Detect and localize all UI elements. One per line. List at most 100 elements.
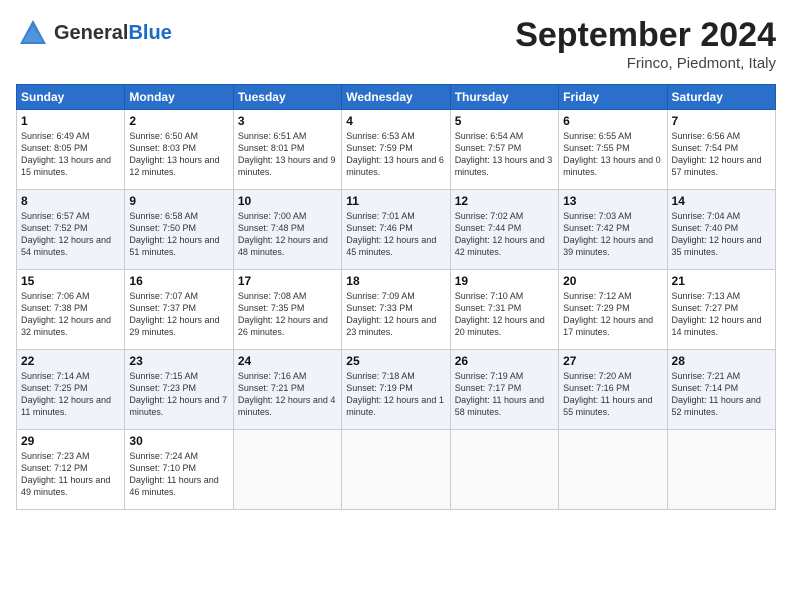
day-number: 13 [563, 194, 662, 208]
table-row: 16 Sunrise: 7:07 AM Sunset: 7:37 PM Dayl… [125, 270, 233, 350]
weekday-wednesday: Wednesday [342, 85, 450, 110]
title-block: September 2024 Frinco, Piedmont, Italy [515, 16, 776, 72]
cell-info: Sunrise: 6:51 AM Sunset: 8:01 PM Dayligh… [238, 130, 337, 179]
cell-info: Sunrise: 6:56 AM Sunset: 7:54 PM Dayligh… [672, 130, 771, 179]
day-number: 12 [455, 194, 554, 208]
logo-general-text: General [54, 22, 128, 44]
table-row: 4 Sunrise: 6:53 AM Sunset: 7:59 PM Dayli… [342, 110, 450, 190]
month-title: September 2024 [515, 16, 776, 55]
day-number: 27 [563, 354, 662, 368]
cell-info: Sunrise: 6:55 AM Sunset: 7:55 PM Dayligh… [563, 130, 662, 179]
table-row [342, 430, 450, 510]
day-number: 20 [563, 274, 662, 288]
weekday-saturday: Saturday [667, 85, 775, 110]
day-number: 23 [129, 354, 228, 368]
cell-info: Sunrise: 6:49 AM Sunset: 8:05 PM Dayligh… [21, 130, 120, 179]
table-row [559, 430, 667, 510]
table-row: 27 Sunrise: 7:20 AM Sunset: 7:16 PM Dayl… [559, 350, 667, 430]
day-number: 17 [238, 274, 337, 288]
cell-info: Sunrise: 7:07 AM Sunset: 7:37 PM Dayligh… [129, 290, 228, 339]
table-row [233, 430, 341, 510]
table-row: 30 Sunrise: 7:24 AM Sunset: 7:10 PM Dayl… [125, 430, 233, 510]
calendar-week-row: 1 Sunrise: 6:49 AM Sunset: 8:05 PM Dayli… [17, 110, 776, 190]
cell-info: Sunrise: 7:18 AM Sunset: 7:19 PM Dayligh… [346, 370, 445, 419]
day-number: 10 [238, 194, 337, 208]
day-number: 29 [21, 434, 120, 448]
day-number: 24 [238, 354, 337, 368]
table-row: 12 Sunrise: 7:02 AM Sunset: 7:44 PM Dayl… [450, 190, 558, 270]
table-row: 28 Sunrise: 7:21 AM Sunset: 7:14 PM Dayl… [667, 350, 775, 430]
day-number: 4 [346, 114, 445, 128]
table-row: 18 Sunrise: 7:09 AM Sunset: 7:33 PM Dayl… [342, 270, 450, 350]
day-number: 9 [129, 194, 228, 208]
table-row: 13 Sunrise: 7:03 AM Sunset: 7:42 PM Dayl… [559, 190, 667, 270]
page-header: GeneralBlue September 2024 Frinco, Piedm… [16, 16, 776, 72]
day-number: 26 [455, 354, 554, 368]
cell-info: Sunrise: 7:00 AM Sunset: 7:48 PM Dayligh… [238, 210, 337, 259]
cell-info: Sunrise: 7:04 AM Sunset: 7:40 PM Dayligh… [672, 210, 771, 259]
day-number: 25 [346, 354, 445, 368]
cell-info: Sunrise: 6:50 AM Sunset: 8:03 PM Dayligh… [129, 130, 228, 179]
table-row [450, 430, 558, 510]
cell-info: Sunrise: 7:23 AM Sunset: 7:12 PM Dayligh… [21, 450, 120, 499]
day-number: 2 [129, 114, 228, 128]
cell-info: Sunrise: 7:13 AM Sunset: 7:27 PM Dayligh… [672, 290, 771, 339]
cell-info: Sunrise: 7:24 AM Sunset: 7:10 PM Dayligh… [129, 450, 228, 499]
cell-info: Sunrise: 6:54 AM Sunset: 7:57 PM Dayligh… [455, 130, 554, 179]
table-row: 22 Sunrise: 7:14 AM Sunset: 7:25 PM Dayl… [17, 350, 125, 430]
table-row: 15 Sunrise: 7:06 AM Sunset: 7:38 PM Dayl… [17, 270, 125, 350]
cell-info: Sunrise: 7:16 AM Sunset: 7:21 PM Dayligh… [238, 370, 337, 419]
cell-info: Sunrise: 7:15 AM Sunset: 7:23 PM Dayligh… [129, 370, 228, 419]
weekday-tuesday: Tuesday [233, 85, 341, 110]
table-row: 25 Sunrise: 7:18 AM Sunset: 7:19 PM Dayl… [342, 350, 450, 430]
table-row: 20 Sunrise: 7:12 AM Sunset: 7:29 PM Dayl… [559, 270, 667, 350]
table-row: 21 Sunrise: 7:13 AM Sunset: 7:27 PM Dayl… [667, 270, 775, 350]
day-number: 19 [455, 274, 554, 288]
calendar-week-row: 29 Sunrise: 7:23 AM Sunset: 7:12 PM Dayl… [17, 430, 776, 510]
calendar-week-row: 8 Sunrise: 6:57 AM Sunset: 7:52 PM Dayli… [17, 190, 776, 270]
location-title: Frinco, Piedmont, Italy [515, 55, 776, 72]
table-row: 1 Sunrise: 6:49 AM Sunset: 8:05 PM Dayli… [17, 110, 125, 190]
table-row: 6 Sunrise: 6:55 AM Sunset: 7:55 PM Dayli… [559, 110, 667, 190]
table-row: 7 Sunrise: 6:56 AM Sunset: 7:54 PM Dayli… [667, 110, 775, 190]
day-number: 6 [563, 114, 662, 128]
day-number: 22 [21, 354, 120, 368]
calendar-header-row: Sunday Monday Tuesday Wednesday Thursday… [17, 85, 776, 110]
logo-icon [16, 16, 50, 50]
logo: GeneralBlue [16, 16, 172, 50]
day-number: 28 [672, 354, 771, 368]
cell-info: Sunrise: 6:53 AM Sunset: 7:59 PM Dayligh… [346, 130, 445, 179]
table-row: 3 Sunrise: 6:51 AM Sunset: 8:01 PM Dayli… [233, 110, 341, 190]
cell-info: Sunrise: 7:12 AM Sunset: 7:29 PM Dayligh… [563, 290, 662, 339]
table-row: 17 Sunrise: 7:08 AM Sunset: 7:35 PM Dayl… [233, 270, 341, 350]
cell-info: Sunrise: 7:02 AM Sunset: 7:44 PM Dayligh… [455, 210, 554, 259]
day-number: 1 [21, 114, 120, 128]
table-row: 26 Sunrise: 7:19 AM Sunset: 7:17 PM Dayl… [450, 350, 558, 430]
day-number: 11 [346, 194, 445, 208]
cell-info: Sunrise: 7:06 AM Sunset: 7:38 PM Dayligh… [21, 290, 120, 339]
day-number: 7 [672, 114, 771, 128]
calendar-week-row: 22 Sunrise: 7:14 AM Sunset: 7:25 PM Dayl… [17, 350, 776, 430]
table-row: 9 Sunrise: 6:58 AM Sunset: 7:50 PM Dayli… [125, 190, 233, 270]
weekday-sunday: Sunday [17, 85, 125, 110]
calendar-table: Sunday Monday Tuesday Wednesday Thursday… [16, 84, 776, 510]
weekday-monday: Monday [125, 85, 233, 110]
calendar-week-row: 15 Sunrise: 7:06 AM Sunset: 7:38 PM Dayl… [17, 270, 776, 350]
table-row: 11 Sunrise: 7:01 AM Sunset: 7:46 PM Dayl… [342, 190, 450, 270]
cell-info: Sunrise: 7:20 AM Sunset: 7:16 PM Dayligh… [563, 370, 662, 419]
cell-info: Sunrise: 7:01 AM Sunset: 7:46 PM Dayligh… [346, 210, 445, 259]
day-number: 5 [455, 114, 554, 128]
day-number: 8 [21, 194, 120, 208]
table-row [667, 430, 775, 510]
cell-info: Sunrise: 7:09 AM Sunset: 7:33 PM Dayligh… [346, 290, 445, 339]
day-number: 3 [238, 114, 337, 128]
table-row: 14 Sunrise: 7:04 AM Sunset: 7:40 PM Dayl… [667, 190, 775, 270]
table-row: 8 Sunrise: 6:57 AM Sunset: 7:52 PM Dayli… [17, 190, 125, 270]
table-row: 19 Sunrise: 7:10 AM Sunset: 7:31 PM Dayl… [450, 270, 558, 350]
cell-info: Sunrise: 7:03 AM Sunset: 7:42 PM Dayligh… [563, 210, 662, 259]
table-row: 23 Sunrise: 7:15 AM Sunset: 7:23 PM Dayl… [125, 350, 233, 430]
day-number: 21 [672, 274, 771, 288]
table-row: 29 Sunrise: 7:23 AM Sunset: 7:12 PM Dayl… [17, 430, 125, 510]
cell-info: Sunrise: 7:10 AM Sunset: 7:31 PM Dayligh… [455, 290, 554, 339]
weekday-thursday: Thursday [450, 85, 558, 110]
